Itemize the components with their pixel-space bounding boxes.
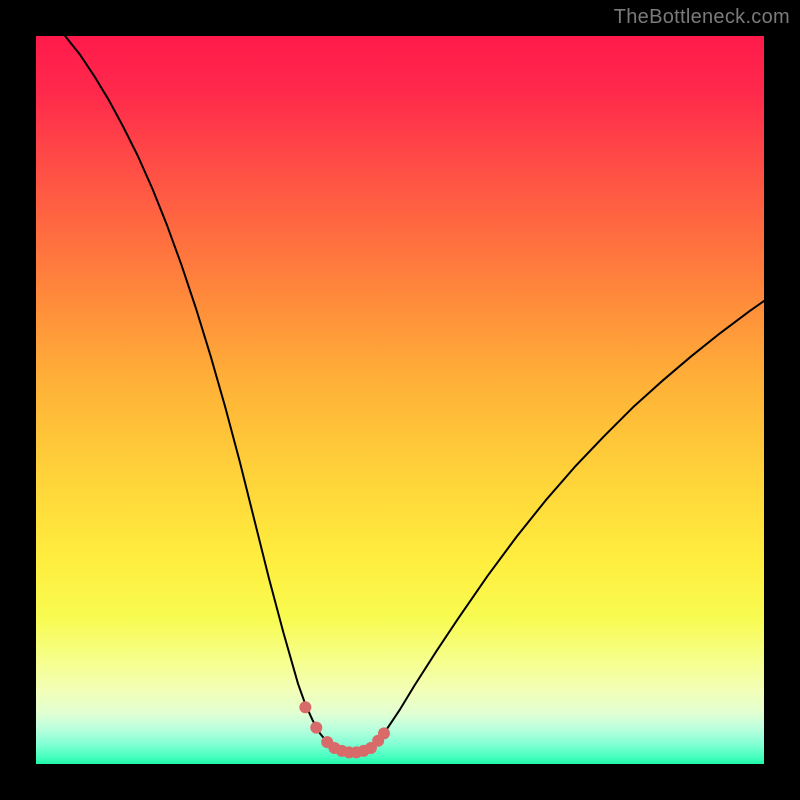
chart-frame: TheBottleneck.com [0,0,800,800]
bottleneck-curve-line [65,36,764,752]
valley-marker [310,722,322,734]
valley-marker [378,727,390,739]
valley-marker [299,701,311,713]
valley-marker-group [299,701,390,758]
chart-svg [36,36,764,764]
watermark-text: TheBottleneck.com [614,6,790,29]
plot-area [36,36,764,764]
